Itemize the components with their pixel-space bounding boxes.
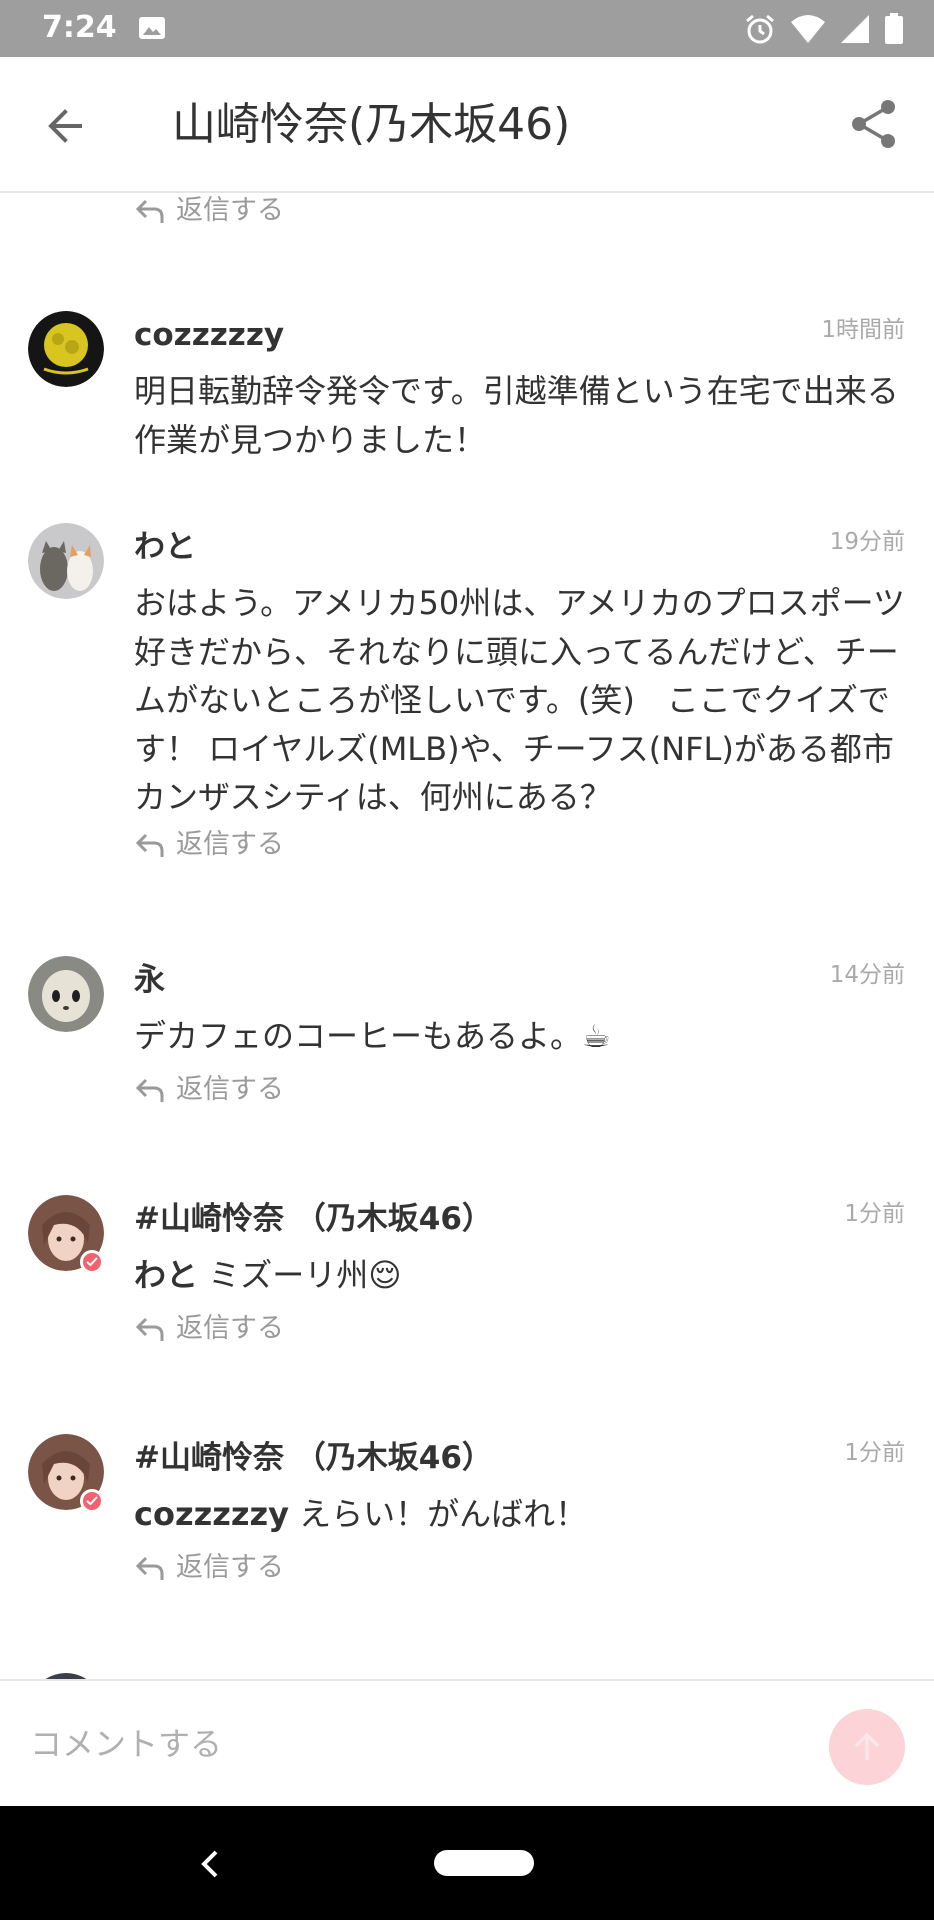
status-time: 7:24	[42, 10, 117, 45]
verified-badge-icon	[80, 1489, 104, 1513]
comment-timestamp: 1時間前	[821, 317, 905, 343]
comment-text-rest: えらい！がんばれ！	[288, 1495, 588, 1533]
comment-timestamp: 19分前	[829, 529, 905, 555]
comment-author[interactable]: わと	[134, 527, 196, 567]
reply-button[interactable]: 返信する	[134, 1550, 284, 1586]
gallery-notification-icon	[139, 17, 165, 39]
comment-author[interactable]: #山崎怜奈 （乃木坂46）	[134, 1199, 493, 1239]
reply-icon	[135, 199, 164, 223]
comment-timestamp: 1分前	[844, 1201, 905, 1227]
avatar[interactable]	[28, 956, 104, 1032]
reply-icon	[135, 833, 164, 857]
reply-button[interactable]: 返信する	[134, 827, 284, 863]
reply-label: 返信する	[176, 1074, 284, 1105]
reply-label: 返信する	[176, 1313, 284, 1344]
wifi-icon	[791, 15, 825, 43]
arrow-up-icon	[854, 1732, 880, 1760]
back-arrow-icon[interactable]	[40, 99, 94, 153]
app-header: 山崎怜奈(乃木坂46)	[0, 57, 934, 193]
verified-badge-icon	[80, 1250, 104, 1274]
system-nav-bar	[0, 1806, 934, 1920]
reply-button[interactable]: 返信する	[134, 193, 284, 229]
alarm-icon	[746, 14, 774, 44]
avatar[interactable]	[28, 311, 104, 387]
comment-text: わと ミズーリ州😌	[134, 1251, 914, 1300]
status-icons	[744, 12, 904, 46]
mention[interactable]: cozzzzzy	[134, 1495, 289, 1533]
signal-icon	[841, 15, 869, 43]
comment-text: おはよう。アメリカ50州は、アメリカのプロスポーツ好きだから、それなりに頭に入っ…	[134, 584, 905, 816]
battery-icon	[885, 13, 903, 44]
comment-text: デカフェのコーヒーもあるよ。☕	[134, 1017, 611, 1055]
reply-label: 返信する	[176, 1552, 284, 1583]
page-title: 山崎怜奈(乃木坂46)	[172, 99, 571, 150]
share-icon[interactable]	[848, 97, 900, 151]
comment-author[interactable]: #山崎怜奈 （乃木坂46）	[134, 1438, 493, 1478]
comment-author[interactable]: 永	[134, 960, 165, 1000]
comment-item: わと 19分前 おはよう。アメリカ50州は、アメリカのプロスポーツ好きだから、そ…	[0, 523, 934, 863]
comment-input-bar	[0, 1679, 934, 1807]
comment-item: #山崎怜奈 （乃木坂46） 1分前 わと ミズーリ州😌 返信する	[0, 1195, 934, 1345]
reply-icon	[135, 1556, 164, 1580]
reply-icon	[135, 1317, 164, 1341]
comment-timestamp: 14分前	[829, 962, 905, 988]
mention[interactable]: わと	[134, 1256, 198, 1294]
send-button[interactable]	[829, 1709, 905, 1785]
comment-list[interactable]: 返信する cozzzzzy 1時間前 明日転勤辞令発令です。引越準備という在宅で…	[0, 193, 934, 1680]
reply-icon	[135, 1078, 164, 1102]
comment-text: cozzzzzy えらい！がんばれ！	[134, 1490, 914, 1539]
nav-back-icon[interactable]	[190, 1842, 230, 1886]
comment-author[interactable]: cozzzzzy	[134, 315, 284, 355]
nav-home-pill[interactable]	[434, 1850, 534, 1876]
comment-item: cozzzzzy 1時間前 明日転勤辞令発令です。引越準備という在宅で出来る作業…	[0, 311, 934, 471]
reply-button[interactable]: 返信する	[134, 1072, 284, 1108]
reply-button[interactable]: 返信する	[134, 1311, 284, 1347]
comment-timestamp: 1分前	[844, 1440, 905, 1466]
status-bar: 7:24	[0, 0, 934, 57]
reply-label: 返信する	[176, 195, 284, 226]
comment-input[interactable]	[28, 1715, 792, 1773]
comment-item: #山崎怜奈 （乃木坂46） 1分前 cozzzzzy えらい！がんばれ！ 返信す…	[0, 1434, 934, 1584]
comment-text-rest: ミズーリ州😌	[198, 1256, 402, 1294]
comment-item: 永 14分前 デカフェのコーヒーもあるよ。☕ 返信する	[0, 956, 934, 1106]
comment-text: 明日転勤辞令発令です。引越準備という在宅で出来る作業が見つかりました！	[134, 372, 899, 459]
reply-label: 返信する	[176, 829, 284, 860]
avatar[interactable]	[28, 523, 104, 599]
